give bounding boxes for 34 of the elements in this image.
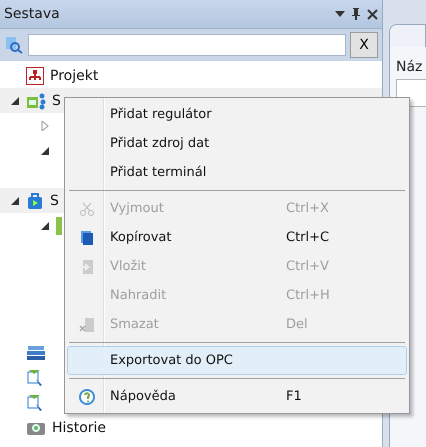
- expanded-arrow-icon[interactable]: [10, 96, 20, 106]
- transfer-icon: [26, 368, 44, 386]
- tree-item-label: S: [50, 192, 59, 208]
- menu-item[interactable]: Exportovat do OPC: [67, 346, 407, 375]
- search-icon: [4, 36, 24, 54]
- expanded-arrow-icon[interactable]: [10, 196, 20, 206]
- expanded-arrow-icon[interactable]: [40, 220, 50, 230]
- org-chart-icon: [26, 66, 44, 84]
- transfer-icon: [26, 394, 44, 412]
- tree-item-label: S: [52, 92, 61, 108]
- layers-icon: [26, 344, 46, 360]
- pin-icon[interactable]: [351, 8, 361, 20]
- tree-item-label: Historie: [52, 420, 106, 436]
- tree-item-label: Projekt: [50, 68, 98, 84]
- collapsed-arrow-icon[interactable]: [40, 120, 50, 130]
- panel-title: Sestava: [4, 6, 61, 22]
- tree-node-icon: [56, 216, 62, 234]
- menu-item[interactable]: Kopírovat Ctrl+C: [67, 223, 407, 252]
- menu-item[interactable]: Přidat terminál: [67, 158, 407, 187]
- copy-icon: [80, 230, 94, 246]
- network-icon: [26, 92, 46, 110]
- field-label: Náz: [396, 59, 424, 75]
- menu-item[interactable]: Nápověda F1: [67, 382, 407, 411]
- close-icon[interactable]: [367, 8, 378, 20]
- menu-item[interactable]: Přidat zdroj dat: [67, 129, 407, 158]
- clear-button[interactable]: X: [350, 32, 378, 58]
- help-icon: [79, 388, 95, 404]
- search-field[interactable]: [28, 34, 346, 56]
- dropdown-icon[interactable]: [335, 11, 345, 17]
- scissors-icon: [79, 200, 95, 216]
- bag-icon: [26, 192, 44, 210]
- expanded-arrow-icon[interactable]: [40, 146, 50, 156]
- delete-icon: [79, 316, 95, 332]
- menu-item[interactable]: Přidat regulátor: [67, 100, 407, 129]
